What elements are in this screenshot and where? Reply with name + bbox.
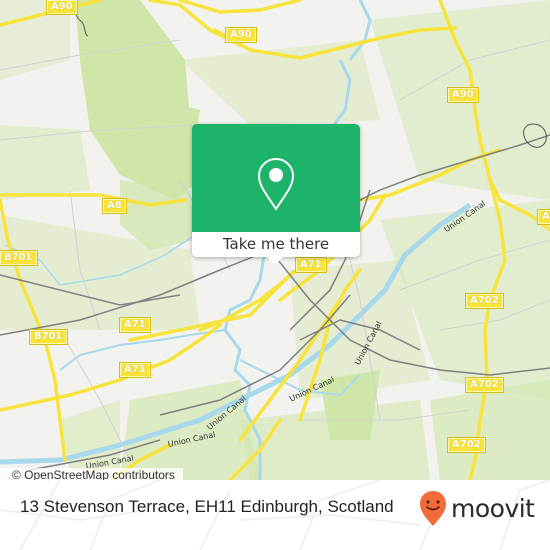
road-label-a90: A90 [46, 0, 78, 15]
popup-header[interactable] [192, 124, 360, 232]
location-pin-icon [257, 157, 295, 211]
location-popup[interactable]: Take me there [192, 124, 360, 265]
moovit-wordmark: moovit [451, 493, 535, 523]
road-label-a71: A71 [119, 362, 151, 378]
map-view[interactable]: A90 A90 A90 A8 B701 B701 A71 A71 A71 A70… [0, 0, 550, 480]
moovit-logo[interactable]: moovit [418, 488, 535, 528]
road-label-a71: A71 [295, 257, 327, 273]
road-label-b701: B701 [29, 329, 68, 345]
map-attribution[interactable]: © OpenStreetMap contributors [0, 468, 183, 480]
road-label-b701: B701 [0, 250, 38, 266]
footer-bar: 13 Stevenson Terrace, EH11 Edinburgh, Sc… [0, 480, 550, 550]
road-label-a702: A702 [465, 293, 504, 309]
take-me-there-button[interactable]: Take me there [192, 232, 360, 257]
road-label-a90: A90 [225, 27, 257, 43]
road-label-a90: A90 [447, 87, 479, 103]
road-label-a702: A702 [447, 437, 486, 453]
road-label-a8: A8 [102, 198, 127, 214]
road-label-a7: A7 [537, 209, 550, 225]
road-label-a71: A71 [119, 317, 151, 333]
address-text: 13 Stevenson Terrace, EH11 Edinburgh, Sc… [20, 497, 394, 516]
popup-pointer [267, 257, 283, 265]
road-label-a702: A702 [465, 377, 504, 393]
moovit-pin-icon [420, 491, 446, 526]
